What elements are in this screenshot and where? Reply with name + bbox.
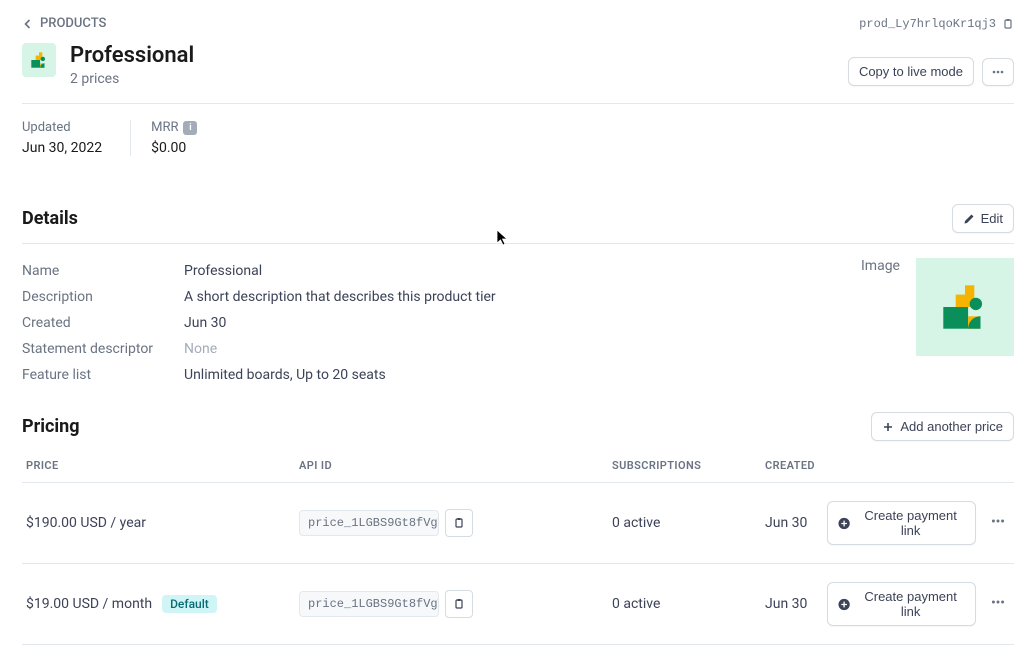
col-price: PRICE <box>22 447 295 483</box>
subscriptions-value: 0 active <box>608 564 761 645</box>
clipboard-icon <box>453 517 465 529</box>
copy-api-id-button[interactable] <box>445 509 473 537</box>
pricing-heading: Pricing <box>22 416 79 437</box>
info-icon[interactable]: i <box>183 121 197 135</box>
subscriptions-value: 0 active <box>608 483 761 564</box>
more-horizontal-icon <box>991 65 1005 79</box>
detail-desc-value: A short description that describes this … <box>184 289 496 305</box>
product-image <box>916 258 1014 356</box>
row-created-value: Jun 30 <box>761 483 823 564</box>
detail-created-label: Created <box>22 315 184 331</box>
edit-label: Edit <box>981 211 1003 226</box>
stat-updated-label: Updated <box>22 120 102 135</box>
col-subs: SUBSCRIPTIONS <box>608 447 761 483</box>
more-actions-button[interactable] <box>982 58 1014 86</box>
product-id-text: prod_Ly7hrlqoKr1qj3 <box>859 17 996 31</box>
add-price-button[interactable]: Add another price <box>871 412 1014 441</box>
stat-updated: Updated Jun 30, 2022 <box>22 120 131 156</box>
stat-updated-value: Jun 30, 2022 <box>22 140 102 156</box>
detail-statement-label: Statement descriptor <box>22 341 184 357</box>
col-created: CREATED <box>761 447 823 483</box>
pencil-icon <box>963 213 975 225</box>
page-subtitle: 2 prices <box>70 71 194 87</box>
row-more-button[interactable] <box>986 509 1010 537</box>
detail-statement-value: None <box>184 341 217 357</box>
create-payment-link-button[interactable]: Create payment link <box>827 501 976 545</box>
price-value: $190.00 USD / year <box>26 515 146 531</box>
stat-mrr: MRR i $0.00 <box>151 120 225 156</box>
detail-desc-label: Description <box>22 289 184 305</box>
more-horizontal-icon <box>990 594 1006 610</box>
default-badge: Default <box>162 595 217 613</box>
page-title: Professional <box>70 43 194 69</box>
table-row[interactable]: $190.00 USD / year price_1LGBS9Gt8fVgVjl 0… <box>22 483 1014 564</box>
more-horizontal-icon <box>990 513 1006 529</box>
plus-circle-icon <box>838 517 850 530</box>
plus-circle-icon <box>838 598 850 611</box>
detail-features-value: Unlimited boards, Up to 20 seats <box>184 367 386 383</box>
edit-button[interactable]: Edit <box>952 204 1014 233</box>
product-id: prod_Ly7hrlqoKr1qj3 <box>859 17 1014 31</box>
price-value: $19.00 USD / month <box>26 596 152 612</box>
detail-created-value: Jun 30 <box>184 315 226 331</box>
api-id-value: price_1LGBS9Gt8fVgVjl <box>299 510 439 536</box>
create-payment-link-label: Create payment link <box>856 508 965 538</box>
details-heading: Details <box>22 208 78 229</box>
row-more-button[interactable] <box>986 590 1010 618</box>
col-api: API ID <box>295 447 608 483</box>
stat-mrr-label: MRR <box>151 120 178 135</box>
create-payment-link-label: Create payment link <box>856 589 965 619</box>
table-row[interactable]: $19.00 USD / month Default price_1LGBS9Gt8… <box>22 564 1014 645</box>
api-id-value: price_1LGBS9Gt8fVgVjl <box>299 591 439 617</box>
row-created-value: Jun 30 <box>761 564 823 645</box>
detail-name-label: Name <box>22 263 184 279</box>
copy-api-id-button[interactable] <box>445 590 473 618</box>
image-label: Image <box>861 258 900 388</box>
clipboard-icon <box>453 598 465 610</box>
breadcrumb-label: PRODUCTS <box>40 16 106 31</box>
detail-features-label: Feature list <box>22 367 184 383</box>
stat-mrr-value: $0.00 <box>151 140 197 156</box>
copy-to-live-label: Copy to live mode <box>859 64 963 79</box>
add-price-label: Add another price <box>900 419 1003 434</box>
arrow-left-icon <box>22 18 34 30</box>
breadcrumb-products[interactable]: PRODUCTS <box>22 16 106 31</box>
product-icon <box>22 43 56 77</box>
plus-icon <box>882 421 894 433</box>
clipboard-icon[interactable] <box>1002 18 1014 30</box>
detail-name-value: Professional <box>184 263 262 279</box>
create-payment-link-button[interactable]: Create payment link <box>827 582 976 626</box>
copy-to-live-button[interactable]: Copy to live mode <box>848 57 974 86</box>
